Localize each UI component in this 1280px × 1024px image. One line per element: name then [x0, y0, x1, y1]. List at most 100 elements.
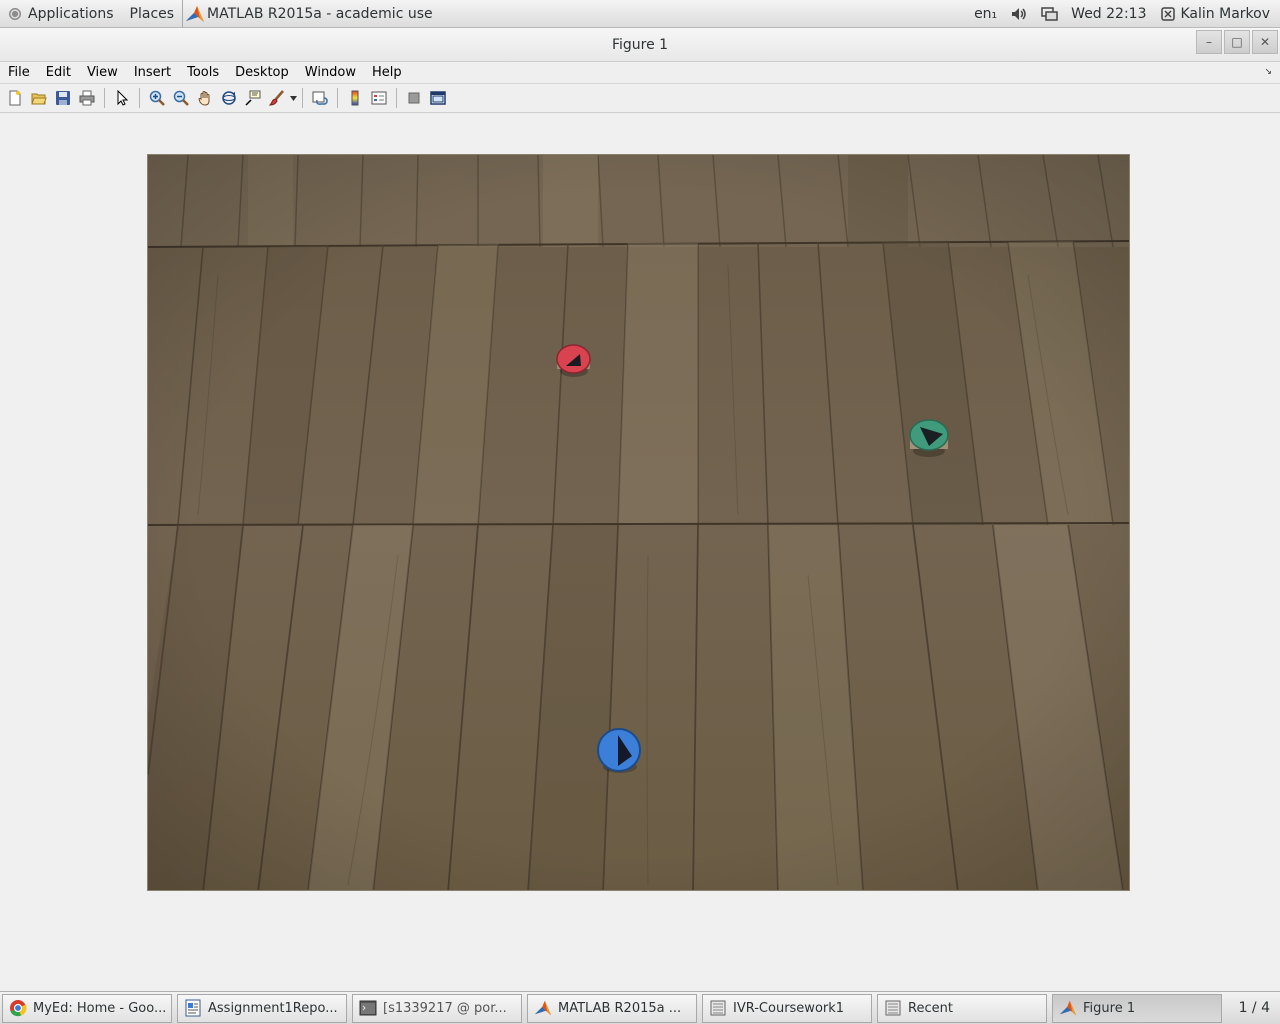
bottom-taskbar: MyEd: Home - Goo... Assignment1Repo... […	[0, 991, 1280, 1024]
window-title-bar[interactable]: Figure 1 – □ ✕	[0, 28, 1280, 62]
user-status-icon	[1160, 6, 1177, 21]
task-file-manager-ivr[interactable]: IVR-Coursework1	[702, 993, 872, 1023]
places-label: Places	[129, 5, 175, 22]
top-panel: Applications Places MATLAB R2015a - acad…	[0, 0, 1280, 28]
network-icon[interactable]	[1041, 6, 1058, 21]
menu-help[interactable]: Help	[364, 65, 410, 80]
menu-window[interactable]: Window	[297, 65, 364, 80]
red-robot-marker	[556, 344, 591, 377]
insert-legend-button[interactable]	[367, 87, 391, 109]
menu-insert[interactable]: Insert	[126, 65, 179, 80]
zoom-out-icon	[173, 90, 189, 106]
link-plot-icon	[312, 91, 328, 105]
task-label: [s1339217 @ por...	[383, 1000, 507, 1016]
open-file-icon	[31, 93, 47, 105]
print-icon	[79, 90, 95, 106]
new-figure-button[interactable]	[3, 87, 27, 109]
maximize-button[interactable]: □	[1224, 30, 1250, 54]
task-label: Recent	[908, 1000, 953, 1016]
applications-label: Applications	[28, 5, 114, 22]
window-title: Figure 1	[611, 36, 669, 53]
open-file-button[interactable]	[27, 87, 51, 109]
data-cursor-button[interactable]	[241, 87, 265, 109]
task-file-manager-recent[interactable]: Recent	[877, 993, 1047, 1023]
toolbar-separator	[139, 88, 140, 108]
zoom-in-icon	[149, 90, 165, 106]
active-window-indicator[interactable]: MATLAB R2015a - academic use	[182, 0, 441, 28]
colorbar-icon	[351, 90, 359, 106]
menu-desktop[interactable]: Desktop	[227, 65, 297, 80]
task-label: MyEd: Home - Goo...	[33, 1000, 167, 1016]
menu-edit[interactable]: Edit	[38, 65, 79, 80]
task-document[interactable]: Assignment1Repo...	[177, 993, 347, 1023]
task-label: Assignment1Repo...	[208, 1000, 338, 1016]
user-name: Kalin Markov	[1180, 5, 1271, 22]
toolbar-separator	[337, 88, 338, 108]
close-button[interactable]: ✕	[1252, 30, 1278, 54]
task-terminal[interactable]: [s1339217 @ por...	[352, 993, 522, 1023]
maximize-icon: □	[1231, 35, 1243, 49]
minimize-icon: –	[1206, 35, 1212, 49]
zoom-out-button[interactable]	[169, 87, 193, 109]
menu-view[interactable]: View	[79, 65, 126, 80]
minimize-button[interactable]: –	[1196, 30, 1222, 54]
dock-figure-icon[interactable]: ↘	[1264, 67, 1272, 77]
figure-toolbar	[0, 84, 1280, 113]
insert-colorbar-button[interactable]	[343, 87, 367, 109]
matlab-icon	[185, 4, 205, 24]
menu-bar: File Edit View Insert Tools Desktop Wind…	[0, 62, 1280, 84]
hide-plot-tools-icon	[408, 92, 420, 104]
matlab-icon	[534, 999, 552, 1017]
green-robot-marker	[909, 419, 949, 457]
menu-file[interactable]: File	[0, 65, 38, 80]
task-chrome[interactable]: MyEd: Home - Goo...	[2, 993, 172, 1023]
pan-hand-icon	[198, 91, 210, 106]
file-manager-icon	[884, 999, 902, 1017]
zoom-in-button[interactable]	[145, 87, 169, 109]
pan-button[interactable]	[193, 87, 217, 109]
terminal-icon	[359, 999, 377, 1017]
edit-plot-button[interactable]	[110, 87, 134, 109]
save-button[interactable]	[51, 87, 75, 109]
task-label: Figure 1	[1083, 1000, 1136, 1016]
file-manager-icon	[709, 999, 727, 1017]
close-icon: ✕	[1259, 35, 1271, 49]
matlab-icon	[1059, 999, 1077, 1017]
brush-icon	[269, 90, 284, 106]
displayed-image[interactable]	[147, 154, 1130, 891]
toolbar-separator	[104, 88, 105, 108]
active-window-title: MATLAB R2015a - academic use	[207, 5, 433, 22]
blue-robot-marker	[597, 728, 641, 773]
task-label: MATLAB R2015a ...	[558, 1000, 682, 1016]
hide-plot-tools-button[interactable]	[402, 87, 426, 109]
brush-button[interactable]	[265, 87, 289, 109]
show-plot-tools-icon	[430, 91, 446, 105]
gnome-foot-icon	[8, 6, 22, 21]
link-plot-button[interactable]	[308, 87, 332, 109]
clock[interactable]: Wed 22:13	[1071, 6, 1146, 22]
legend-icon	[371, 91, 387, 105]
show-plot-tools-button[interactable]	[426, 87, 450, 109]
chevron-down-icon	[289, 95, 297, 101]
workspace-pager[interactable]: 1 / 4	[1239, 1000, 1270, 1016]
task-matlab[interactable]: MATLAB R2015a ...	[527, 993, 697, 1023]
rotate-3d-button[interactable]	[217, 87, 241, 109]
document-icon	[184, 999, 202, 1017]
toolbar-separator	[396, 88, 397, 108]
figure-canvas[interactable]	[0, 114, 1280, 991]
volume-icon[interactable]	[1011, 7, 1027, 21]
chrome-icon	[9, 999, 27, 1017]
user-menu[interactable]: Kalin Markov	[1160, 5, 1271, 22]
brush-options-dropdown[interactable]	[289, 87, 297, 109]
edit-plot-pointer-icon	[117, 90, 129, 106]
applications-menu[interactable]: Applications	[0, 0, 122, 28]
keyboard-layout-indicator[interactable]: en₁	[974, 6, 997, 22]
places-menu[interactable]: Places	[122, 0, 183, 28]
menu-tools[interactable]: Tools	[179, 65, 227, 80]
rotate-3d-icon	[222, 91, 236, 105]
task-figure-1[interactable]: Figure 1	[1052, 993, 1222, 1023]
save-icon	[56, 91, 70, 105]
task-label: IVR-Coursework1	[733, 1000, 845, 1016]
new-figure-icon	[9, 90, 21, 106]
print-button[interactable]	[75, 87, 99, 109]
